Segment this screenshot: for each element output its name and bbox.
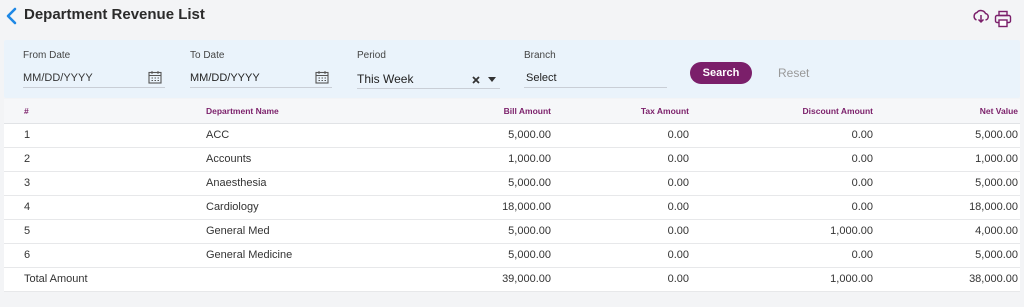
from-date-placeholder: MM/DD/YYYY bbox=[23, 72, 93, 84]
print-icon[interactable] bbox=[994, 10, 1012, 28]
from-date-field: From Date MM/DD/YYYY bbox=[23, 50, 165, 88]
page-title: Department Revenue List bbox=[24, 6, 205, 23]
filter-panel: From Date MM/DD/YYYY To Date MM/DD/YYYY … bbox=[4, 40, 1020, 98]
table-header-row: # Department Name Bill Amount Tax Amount… bbox=[4, 99, 1020, 124]
table-row[interactable]: 1 ACC 5,000.00 0.00 0.00 5,000.00 bbox=[4, 123, 1020, 148]
table-cell: 6 bbox=[4, 243, 186, 268]
table-cell: 18,000.00 bbox=[875, 195, 1020, 220]
table-row[interactable]: 2 Accounts 1,000.00 0.00 0.00 1,000.00 bbox=[4, 147, 1020, 172]
table-cell: 0.00 bbox=[553, 219, 691, 244]
table-cell: 0.00 bbox=[691, 147, 875, 172]
total-bill-amount: 39,000.00 bbox=[381, 267, 553, 292]
period-field: Period This Week bbox=[357, 50, 500, 89]
table-cell: 1 bbox=[4, 123, 186, 148]
table-cell: General Med bbox=[186, 219, 381, 244]
total-row: Total Amount 39,000.00 0.00 1,000.00 38,… bbox=[4, 267, 1020, 292]
table-row[interactable]: 3 Anaesthesia 5,000.00 0.00 0.00 5,000.0… bbox=[4, 171, 1020, 196]
table-cell: 4,000.00 bbox=[875, 219, 1020, 244]
revenue-table: # Department Name Bill Amount Tax Amount… bbox=[4, 99, 1020, 292]
chevron-left-icon[interactable] bbox=[5, 7, 19, 25]
to-date-label: To Date bbox=[190, 50, 225, 61]
table-cell: 5,000.00 bbox=[875, 171, 1020, 196]
table-cell: 5,000.00 bbox=[381, 243, 553, 268]
table-cell: 3 bbox=[4, 171, 186, 196]
table-cell: 18,000.00 bbox=[381, 195, 553, 220]
table-cell: 0.00 bbox=[691, 123, 875, 148]
table-cell: 5,000.00 bbox=[875, 123, 1020, 148]
branch-label: Branch bbox=[524, 50, 556, 61]
table-cell: 5,000.00 bbox=[381, 123, 553, 148]
close-icon[interactable] bbox=[471, 75, 481, 85]
table-cell: ACC bbox=[186, 123, 381, 148]
table-cell: 0.00 bbox=[691, 195, 875, 220]
table-cell: Cardiology bbox=[186, 195, 381, 220]
table-cell: 5,000.00 bbox=[875, 243, 1020, 268]
table-cell: 5,000.00 bbox=[381, 171, 553, 196]
to-date-input[interactable]: MM/DD/YYYY bbox=[190, 68, 332, 88]
calendar-icon[interactable] bbox=[315, 70, 329, 84]
table-cell: 1,000.00 bbox=[381, 147, 553, 172]
page-header: Department Revenue List bbox=[0, 0, 1024, 36]
column-header: Department Name bbox=[186, 99, 381, 124]
total-net-value: 38,000.00 bbox=[875, 267, 1020, 292]
from-date-input[interactable]: MM/DD/YYYY bbox=[23, 68, 165, 88]
branch-placeholder: Select bbox=[526, 72, 557, 84]
table-cell: 5 bbox=[4, 219, 186, 244]
caret-down-icon[interactable] bbox=[488, 77, 496, 83]
table-cell: 1,000.00 bbox=[875, 147, 1020, 172]
column-header: Net Value bbox=[875, 99, 1020, 124]
table-cell: General Medicine bbox=[186, 243, 381, 268]
table-row[interactable]: 5 General Med 5,000.00 0.00 1,000.00 4,0… bbox=[4, 219, 1020, 244]
table-cell: 0.00 bbox=[553, 147, 691, 172]
calendar-icon[interactable] bbox=[148, 70, 162, 84]
download-icon[interactable] bbox=[972, 8, 990, 26]
column-header: Discount Amount bbox=[691, 99, 875, 124]
branch-field: Branch Select bbox=[524, 50, 667, 88]
total-tax-amount: 0.00 bbox=[553, 267, 691, 292]
table-cell: 1,000.00 bbox=[691, 219, 875, 244]
total-discount-amount: 1,000.00 bbox=[691, 267, 875, 292]
table-cell: Anaesthesia bbox=[186, 171, 381, 196]
table-cell: 2 bbox=[4, 147, 186, 172]
table-row[interactable]: 4 Cardiology 18,000.00 0.00 0.00 18,000.… bbox=[4, 195, 1020, 220]
reset-button[interactable]: Reset bbox=[778, 62, 809, 84]
table-cell: 0.00 bbox=[553, 243, 691, 268]
total-label: Total Amount bbox=[4, 267, 186, 292]
period-value: This Week bbox=[357, 72, 414, 86]
table-cell bbox=[186, 267, 381, 292]
table-cell: Accounts bbox=[186, 147, 381, 172]
column-header: Tax Amount bbox=[553, 99, 691, 124]
table-cell: 0.00 bbox=[553, 195, 691, 220]
table-cell: 0.00 bbox=[691, 171, 875, 196]
table-cell: 0.00 bbox=[691, 243, 875, 268]
to-date-field: To Date MM/DD/YYYY bbox=[190, 50, 332, 88]
period-select[interactable]: This Week bbox=[357, 69, 500, 89]
table-cell: 5,000.00 bbox=[381, 219, 553, 244]
table-row[interactable]: 6 General Medicine 5,000.00 0.00 0.00 5,… bbox=[4, 243, 1020, 268]
table-cell: 0.00 bbox=[553, 171, 691, 196]
to-date-placeholder: MM/DD/YYYY bbox=[190, 72, 260, 84]
search-button[interactable]: Search bbox=[690, 62, 752, 84]
column-header: Bill Amount bbox=[381, 99, 553, 124]
branch-select[interactable]: Select bbox=[524, 68, 667, 88]
from-date-label: From Date bbox=[23, 50, 71, 61]
table-cell: 0.00 bbox=[553, 123, 691, 148]
period-label: Period bbox=[357, 50, 386, 61]
table-cell: 4 bbox=[4, 195, 186, 220]
column-header: # bbox=[4, 99, 186, 124]
